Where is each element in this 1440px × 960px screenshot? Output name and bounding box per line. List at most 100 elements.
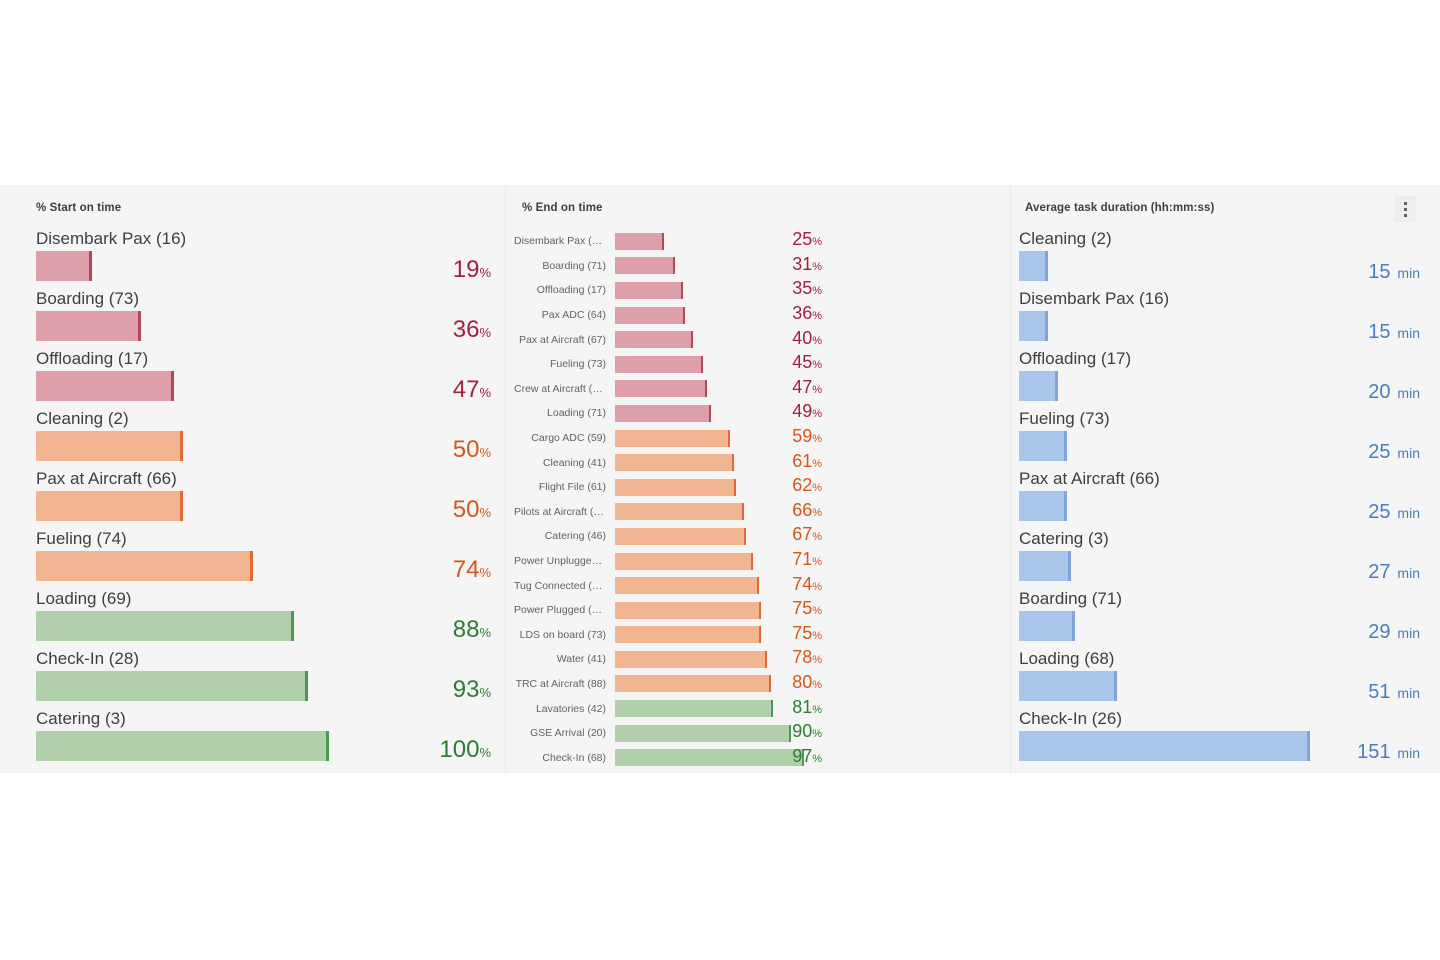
- row-value: 25 min: [1368, 441, 1420, 463]
- bar[interactable]: [615, 577, 759, 595]
- bar-end-cap: [733, 478, 736, 496]
- bar[interactable]: [615, 749, 804, 767]
- bar[interactable]: [1019, 551, 1071, 581]
- chart-row: Cleaning (2) 15 min: [1019, 229, 1440, 289]
- bar[interactable]: [615, 700, 773, 718]
- chart-row: Catering (46) 67%: [514, 524, 1010, 549]
- bar[interactable]: [615, 650, 767, 668]
- row-value-unit: %: [812, 506, 822, 519]
- row-label: Disembark Pax (16): [514, 235, 607, 248]
- bar[interactable]: [36, 731, 329, 761]
- row-value: 45%: [792, 352, 822, 373]
- row-label: Loading (69): [36, 589, 132, 608]
- bar[interactable]: [36, 251, 92, 281]
- bar[interactable]: [36, 671, 308, 701]
- row-value: 40%: [792, 327, 822, 348]
- chart-row: Disembark Pax (16) 15 min: [1019, 289, 1440, 349]
- bar[interactable]: [615, 675, 771, 693]
- bar[interactable]: [1019, 311, 1048, 341]
- kebab-menu-icon[interactable]: [1394, 196, 1416, 222]
- row-value: 61%: [792, 450, 822, 471]
- bar[interactable]: [615, 478, 736, 496]
- bar-end-cap: [1045, 311, 1048, 341]
- bar[interactable]: [36, 311, 141, 341]
- chart-row: Power Unplugged ... 71%: [514, 549, 1010, 574]
- bar[interactable]: [1019, 491, 1067, 521]
- bar[interactable]: [36, 371, 174, 401]
- row-value-unit: %: [479, 565, 491, 580]
- bar[interactable]: [615, 232, 664, 250]
- bar[interactable]: [615, 601, 761, 619]
- bar[interactable]: [615, 257, 675, 275]
- row-value: 25%: [792, 229, 822, 250]
- bar[interactable]: [1019, 371, 1058, 401]
- bar-end-cap: [1068, 551, 1071, 581]
- row-value: 47%: [792, 376, 822, 397]
- bar[interactable]: [615, 626, 761, 644]
- bar-end-cap: [690, 331, 693, 349]
- row-value: 15 min: [1368, 321, 1420, 343]
- row-label: Power Plugged (16): [514, 604, 607, 617]
- bar[interactable]: [1019, 611, 1075, 641]
- row-label: Loading (68): [1019, 649, 1115, 668]
- row-value-unit: %: [812, 285, 822, 298]
- row-value-unit: %: [812, 728, 822, 741]
- row-value: 66%: [792, 499, 822, 520]
- bar[interactable]: [615, 306, 685, 324]
- row-value: 88%: [452, 616, 491, 643]
- chart-row: Flight File (61) 62%: [514, 475, 1010, 500]
- chart-row: Disembark Pax (16) 25%: [514, 229, 1010, 254]
- row-label: Lavatories (42): [535, 702, 606, 715]
- row-value: 75%: [792, 622, 822, 643]
- row-value-unit: %: [812, 457, 822, 470]
- bar-track: [36, 611, 505, 641]
- bar[interactable]: [36, 431, 183, 461]
- bar-end-cap: [788, 724, 791, 742]
- row-label: Cargo ADC (59): [531, 432, 606, 445]
- bar[interactable]: [1019, 251, 1048, 281]
- bar[interactable]: [615, 552, 753, 570]
- bar-end-cap: [672, 257, 675, 275]
- row-label: Disembark Pax (16): [1019, 289, 1170, 308]
- row-label: LDS on board (73): [519, 628, 606, 641]
- bar[interactable]: [615, 429, 730, 447]
- bar[interactable]: [615, 281, 683, 299]
- bar[interactable]: [36, 491, 183, 521]
- chart-row: Pax at Aircraft (67) 40%: [514, 327, 1010, 352]
- row-value: 81%: [792, 696, 822, 717]
- chart-row: Check-In (68) 97%: [514, 745, 1010, 770]
- bar[interactable]: [615, 454, 734, 472]
- row-label: Fueling (73): [1019, 409, 1110, 428]
- bar[interactable]: [1019, 671, 1117, 701]
- row-value-unit: %: [812, 629, 822, 642]
- bar[interactable]: [615, 724, 791, 742]
- bar[interactable]: [36, 551, 253, 581]
- chart-end-on-time: Disembark Pax (16) 25% Boarding (71) 31% Off…: [514, 229, 1010, 770]
- bar[interactable]: [615, 355, 703, 373]
- row-value-unit: %: [479, 685, 491, 700]
- panel-title-start-on-time: % Start on time: [36, 202, 122, 214]
- bar[interactable]: [1019, 431, 1067, 461]
- chart-average-task-duration: Cleaning (2) 15 min Disembark Pax (16) 15 m…: [1019, 229, 1440, 769]
- bar-end-cap: [180, 491, 183, 521]
- bar[interactable]: [615, 404, 711, 422]
- row-value-unit: %: [479, 745, 491, 760]
- row-value-unit: %: [812, 556, 822, 569]
- row-label: Pax at Aircraft (66): [1019, 469, 1160, 488]
- bar-end-cap: [305, 671, 308, 701]
- chart-row: LDS on board (73) 75%: [514, 623, 1010, 648]
- bar[interactable]: [615, 503, 744, 521]
- row-label: Crew at Aircraft (68): [514, 382, 608, 395]
- bar[interactable]: [615, 527, 746, 545]
- row-value-unit: %: [812, 359, 822, 372]
- bar[interactable]: [1019, 731, 1310, 761]
- bar[interactable]: [615, 380, 707, 398]
- bar[interactable]: [36, 611, 294, 641]
- row-value: 29 min: [1368, 621, 1420, 643]
- bar[interactable]: [615, 331, 693, 349]
- row-value: 78%: [792, 647, 822, 668]
- chart-row: Disembark Pax (16) 19%: [36, 229, 505, 289]
- row-label: Pax ADC (64): [541, 309, 606, 322]
- bar-track: [36, 371, 505, 401]
- chart-row: Check-In (26) 151 min: [1019, 709, 1440, 769]
